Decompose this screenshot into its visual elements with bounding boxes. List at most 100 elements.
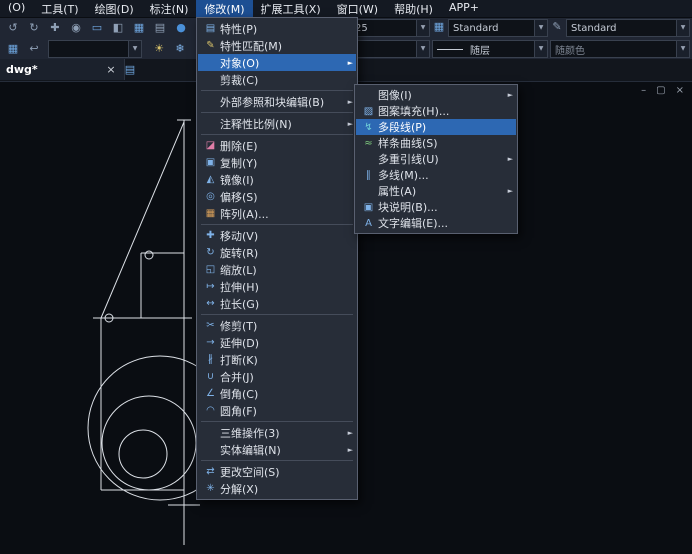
chevron-down-icon[interactable]: ▼ bbox=[416, 41, 429, 57]
second-style-combo[interactable]: Standard ▼ bbox=[566, 19, 690, 37]
zoom-previous-icon[interactable]: ◧ bbox=[108, 18, 128, 37]
modify-menu-item-剪裁(C)[interactable]: 剪裁(C) bbox=[198, 71, 356, 88]
menubar-item-(O)[interactable]: (O) bbox=[0, 0, 33, 17]
zoom-window-icon[interactable]: ▭ bbox=[87, 18, 107, 37]
drawing-tab[interactable]: dwg* × bbox=[0, 59, 125, 80]
submenu-arrow-icon: ► bbox=[504, 155, 513, 163]
minimize-window-icon[interactable]: – bbox=[641, 85, 646, 96]
linetype-combo[interactable]: 随层 ▼ bbox=[432, 40, 548, 58]
menubar-item-绘图(D)[interactable]: 绘图(D) bbox=[87, 0, 142, 17]
modify-menu-item-缩放(L)[interactable]: ◱缩放(L) bbox=[198, 261, 356, 278]
break-icon: ∦ bbox=[201, 354, 220, 365]
erase-icon: ◪ bbox=[201, 140, 220, 151]
change-space-icon: ⇄ bbox=[201, 466, 220, 477]
mdi-window-controls: – ▢ × bbox=[641, 85, 684, 96]
menubar-item-APP+[interactable]: APP+ bbox=[441, 0, 487, 17]
point-style-icon[interactable]: ● bbox=[171, 18, 191, 37]
object-submenu-panel: 图像(I)►▨图案填充(H)...↯多段线(P)≈样条曲线(S)多重引线(U)►… bbox=[354, 84, 518, 234]
lengthen-icon: ↔ bbox=[201, 298, 220, 309]
redo-icon[interactable]: ↻ bbox=[24, 18, 44, 37]
standard-toolbar-icons: ↺↻✚◉▭◧▦▤●▥ bbox=[0, 17, 212, 38]
new-drawing-icon[interactable]: ▤ bbox=[122, 62, 138, 78]
properties-icon: ▤ bbox=[201, 23, 220, 34]
chevron-down-icon[interactable]: ▼ bbox=[416, 20, 429, 36]
layer-properties-icon[interactable]: ▦ bbox=[129, 18, 149, 37]
text-icon: A bbox=[359, 218, 378, 229]
chevron-down-icon[interactable]: ▼ bbox=[534, 20, 547, 36]
modify-menu-item-镜像(I)[interactable]: ◭镜像(I) bbox=[198, 171, 356, 188]
plot-style-combo[interactable]: 随颜色 ▼ bbox=[550, 40, 690, 58]
menubar-item-工具(T)[interactable]: 工具(T) bbox=[33, 0, 86, 17]
undo-icon[interactable]: ↺ bbox=[3, 18, 23, 37]
menubar-item-标注(N)[interactable]: 标注(N) bbox=[142, 0, 197, 17]
chevron-down-icon[interactable]: ▼ bbox=[676, 41, 689, 57]
layer-previous-icon[interactable]: ↩ bbox=[24, 39, 44, 58]
modify-menu-item-注释性比例(N)[interactable]: 注释性比例(N)► bbox=[198, 115, 356, 132]
object-submenu-item-图像(I)[interactable]: 图像(I)► bbox=[356, 87, 516, 103]
submenu-arrow-icon: ► bbox=[344, 446, 353, 454]
modify-menu-item-倒角(C)[interactable]: ∠倒角(C) bbox=[198, 385, 356, 402]
object-submenu-item-属性(A)[interactable]: 属性(A)► bbox=[356, 183, 516, 199]
menubar-item-扩展工具(X)[interactable]: 扩展工具(X) bbox=[253, 0, 329, 17]
match-properties-icon: ✎ bbox=[201, 40, 220, 51]
modify-menu-item-合并(J)[interactable]: ∪合并(J) bbox=[198, 368, 356, 385]
modify-menu-item-圆角(F)[interactable]: ◠圆角(F) bbox=[198, 402, 356, 419]
layer-states-icon[interactable]: ▤ bbox=[150, 18, 170, 37]
modify-menu-item-拉长(G)[interactable]: ↔拉长(G) bbox=[198, 295, 356, 312]
move-icon: ✚ bbox=[201, 230, 220, 241]
modify-menu-item-旋转(R)[interactable]: ↻旋转(R) bbox=[198, 244, 356, 261]
object-submenu-item-图案填充(H)...[interactable]: ▨图案填充(H)... bbox=[356, 103, 516, 119]
stretch-icon: ↦ bbox=[201, 281, 220, 292]
second-style-value: Standard bbox=[567, 23, 676, 34]
menubar-item-帮助(H)[interactable]: 帮助(H) bbox=[386, 0, 441, 17]
mirror-icon: ◭ bbox=[201, 174, 220, 185]
layer-combo[interactable]: ▼ bbox=[48, 40, 142, 58]
modify-menu-item-拉伸(H)[interactable]: ↦拉伸(H) bbox=[198, 278, 356, 295]
modify-menu-item-打断(K)[interactable]: ∦打断(K) bbox=[198, 351, 356, 368]
modify-menu-item-删除(E)[interactable]: ◪删除(E) bbox=[198, 137, 356, 154]
chevron-down-icon[interactable]: ▼ bbox=[128, 41, 141, 57]
modify-menu-item-阵列(A)...[interactable]: ▦阵列(A)... bbox=[198, 205, 356, 222]
chevron-down-icon[interactable]: ▼ bbox=[534, 41, 547, 57]
object-submenu-item-多线(M)...[interactable]: ∥多线(M)... bbox=[356, 167, 516, 183]
color-combo[interactable]: ▼ bbox=[350, 40, 430, 58]
chevron-down-icon[interactable]: ▼ bbox=[676, 20, 689, 36]
modify-menu-item-特性匹配(M)[interactable]: ✎特性匹配(M) bbox=[198, 37, 356, 54]
restore-window-icon[interactable]: ▢ bbox=[656, 85, 665, 96]
fillet-icon: ◠ bbox=[201, 405, 220, 416]
menu-separator bbox=[201, 112, 353, 113]
text-style-combo[interactable]: Standard ▼ bbox=[448, 19, 548, 37]
object-submenu-item-多段线(P)[interactable]: ↯多段线(P) bbox=[356, 119, 516, 135]
modify-menu-item-移动(V)[interactable]: ✚移动(V) bbox=[198, 227, 356, 244]
table-style-icon[interactable]: ▦ bbox=[432, 20, 446, 34]
modify-menu-item-更改空间(S)[interactable]: ⇄更改空间(S) bbox=[198, 463, 356, 480]
modify-menu-item-对象(O)[interactable]: 对象(O)► bbox=[198, 54, 356, 71]
modify-menu-item-复制(Y)[interactable]: ▣复制(Y) bbox=[198, 154, 356, 171]
menubar-item-修改(M)[interactable]: 修改(M) bbox=[196, 0, 252, 17]
menu-separator bbox=[201, 134, 353, 135]
close-tab-icon[interactable]: × bbox=[104, 63, 118, 76]
zoom-realtime-icon[interactable]: ◉ bbox=[66, 18, 86, 37]
dim-style-combo[interactable]: 25 ▼ bbox=[350, 19, 430, 37]
layer-on-icon[interactable]: ☀ bbox=[149, 39, 169, 58]
object-submenu-item-块说明(B)...[interactable]: ▣块说明(B)... bbox=[356, 199, 516, 215]
pan-icon[interactable]: ✚ bbox=[45, 18, 65, 37]
layer-manager-icon[interactable]: ▦ bbox=[3, 39, 23, 58]
modify-menu-item-三维操作(3)[interactable]: 三维操作(3)► bbox=[198, 424, 356, 441]
layer-freeze-icon[interactable]: ❄ bbox=[170, 39, 190, 58]
text-style-pencil-icon[interactable]: ✎ bbox=[550, 20, 564, 34]
object-submenu-item-多重引线(U)[interactable]: 多重引线(U)► bbox=[356, 151, 516, 167]
modify-menu-item-修剪(T)[interactable]: ✂修剪(T) bbox=[198, 317, 356, 334]
linetype-value: 随层 bbox=[466, 42, 534, 57]
menubar-item-窗口(W)[interactable]: 窗口(W) bbox=[329, 0, 386, 17]
modify-menu-item-分解(X)[interactable]: ✳分解(X) bbox=[198, 480, 356, 497]
modify-menu-item-延伸(D)[interactable]: →延伸(D) bbox=[198, 334, 356, 351]
object-submenu-item-样条曲线(S)[interactable]: ≈样条曲线(S) bbox=[356, 135, 516, 151]
modify-menu-item-实体编辑(N)[interactable]: 实体编辑(N)► bbox=[198, 441, 356, 458]
submenu-arrow-icon: ► bbox=[344, 120, 353, 128]
modify-menu-item-特性(P)[interactable]: ▤特性(P) bbox=[198, 20, 356, 37]
modify-menu-item-偏移(S)[interactable]: ◎偏移(S) bbox=[198, 188, 356, 205]
modify-menu-item-外部参照和块编辑(B)[interactable]: 外部参照和块编辑(B)► bbox=[198, 93, 356, 110]
object-submenu-item-文字编辑(E)...[interactable]: A文字编辑(E)... bbox=[356, 215, 516, 231]
close-window-icon[interactable]: × bbox=[676, 85, 684, 96]
